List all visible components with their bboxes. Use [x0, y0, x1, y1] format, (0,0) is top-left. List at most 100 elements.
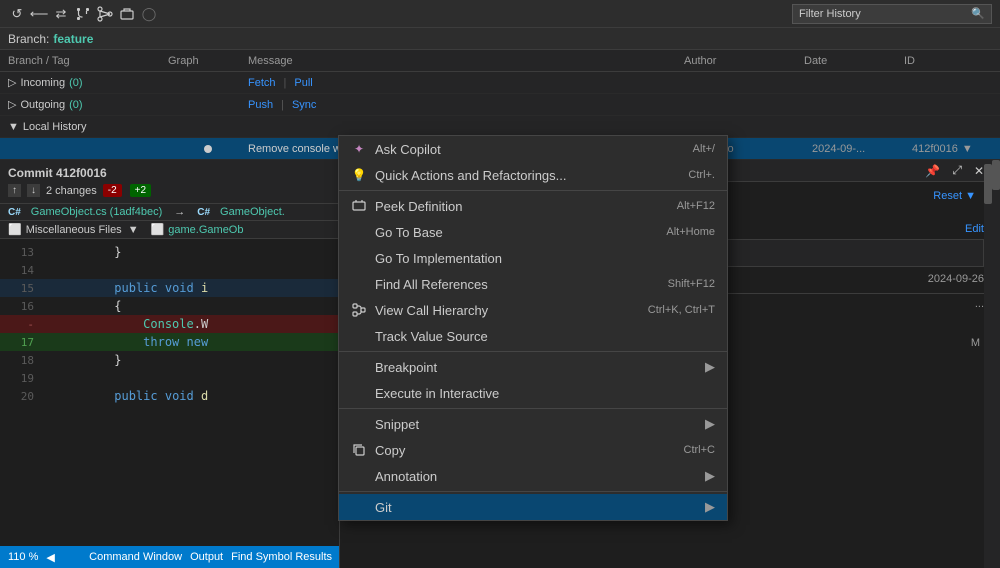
back-icon[interactable]: ⟵ — [30, 5, 48, 23]
sep2: | — [281, 99, 284, 111]
ctx-go-to-base-label: Go To Base — [375, 225, 658, 240]
nav-up-button[interactable]: ↑ — [8, 184, 21, 197]
outgoing-label: Outgoing — [20, 99, 65, 111]
git-branch-icon[interactable] — [74, 5, 92, 23]
separator-4 — [339, 491, 727, 492]
misc-dropdown[interactable]: ▼ — [128, 224, 139, 236]
goto-impl-icon — [351, 250, 367, 266]
file-tab-name1[interactable]: GameObject.cs (1adf4bec) — [31, 206, 162, 218]
incoming-row[interactable]: ▷ Incoming (0) Fetch | Pull — [0, 72, 1000, 94]
incoming-branch: ▷ Incoming (0) — [8, 76, 168, 89]
toolbar-left: ↺ ⟵ ⇄ ◯ — [8, 5, 158, 23]
commit-row-expand[interactable]: ▼ — [962, 143, 973, 155]
ctx-ask-copilot-label: Ask Copilot — [375, 142, 685, 157]
git-extra-icon[interactable]: ◯ — [140, 5, 158, 23]
incoming-expand-icon[interactable]: ▷ — [8, 76, 16, 89]
message-edit[interactable]: Edit — [965, 223, 984, 235]
sync-link[interactable]: Sync — [292, 99, 316, 111]
ctx-peek-definition[interactable]: Peek Definition Alt+F12 — [339, 193, 727, 219]
git-stash-icon[interactable] — [118, 5, 136, 23]
outgoing-expand-icon[interactable]: ▷ — [8, 98, 16, 111]
filter-history-label: Filter History — [799, 8, 861, 20]
ctx-snippet[interactable]: Snippet ▶ — [339, 411, 727, 437]
ctx-peek-definition-shortcut: Alt+F12 — [677, 200, 715, 212]
separator-1 — [339, 190, 727, 191]
ctx-go-to-impl[interactable]: Go To Implementation — [339, 245, 727, 271]
code-line-18: 18 } — [0, 351, 339, 369]
find-symbol-tab[interactable]: Find Symbol Results — [231, 551, 332, 563]
ctx-go-to-base[interactable]: Go To Base Alt+Home — [339, 219, 727, 245]
author-date: 2024-09-26 — [928, 273, 984, 285]
bulb-icon: 💡 — [351, 167, 367, 183]
ctx-quick-actions[interactable]: 💡 Quick Actions and Refactorings... Ctrl… — [339, 162, 727, 188]
ctx-find-all-refs-label: Find All References — [375, 277, 660, 292]
ctx-execute-interactive[interactable]: Execute in Interactive — [339, 380, 727, 406]
plus-badge: +2 — [130, 184, 151, 197]
execute-icon — [351, 385, 367, 401]
close-icon[interactable]: ✕ — [974, 164, 984, 178]
goto-base-icon — [351, 224, 367, 240]
ctx-breakpoint[interactable]: Breakpoint ▶ — [339, 354, 727, 380]
ctx-find-all-refs[interactable]: Find All References Shift+F12 — [339, 271, 727, 297]
incoming-label: Incoming — [20, 77, 65, 89]
track-value-icon — [351, 328, 367, 344]
reset-button[interactable]: Reset ▼ — [933, 190, 976, 202]
code-line-13: 13 } — [0, 243, 339, 261]
local-history-expand[interactable]: ▼ — [8, 121, 19, 133]
find-refs-icon — [351, 276, 367, 292]
column-headers: Branch / Tag Graph Message Author Date I… — [0, 50, 1000, 72]
ctx-find-all-refs-shortcut: Shift+F12 — [668, 278, 715, 290]
ctx-snippet-label: Snippet — [375, 417, 681, 432]
file-tabs: C# GameObject.cs (1adf4bec) → C# GameObj… — [0, 204, 339, 221]
ctx-git[interactable]: Git ▶ — [339, 494, 727, 520]
code-line-20: 20 public void d — [0, 387, 339, 405]
minus-badge: -2 — [103, 184, 122, 197]
branch-label: Branch: — [8, 32, 49, 46]
branch-name: feature — [53, 32, 93, 46]
ctx-go-to-impl-label: Go To Implementation — [375, 251, 707, 266]
push-link[interactable]: Push — [248, 99, 273, 111]
code-line-16: 16 { — [0, 297, 339, 315]
peek-icon — [351, 198, 367, 214]
col-header-branch: Branch / Tag — [8, 55, 168, 67]
file-tab-name2[interactable]: GameObject. — [220, 206, 285, 218]
right-scrollbar[interactable] — [984, 160, 992, 568]
file-tab-cs-badge: C# — [8, 207, 21, 218]
search-icon[interactable]: 🔍 — [971, 7, 985, 20]
separator-3 — [339, 408, 727, 409]
scroll-left-icon[interactable]: ◀ — [46, 551, 54, 564]
vert-scrollbar[interactable] — [992, 160, 1000, 568]
incoming-count: (0) — [69, 77, 82, 89]
git-graph-icon[interactable] — [96, 5, 114, 23]
snippet-icon — [351, 416, 367, 432]
commit-row-date: 2024-09-... — [812, 143, 912, 155]
refresh-icon[interactable]: ↺ — [8, 5, 26, 23]
fetch-link[interactable]: Fetch — [248, 77, 276, 89]
pull-link[interactable]: Pull — [294, 77, 312, 89]
changes-more-button[interactable]: ... — [975, 298, 984, 310]
code-line-19: 19 — [0, 369, 339, 387]
outgoing-actions: Push | Sync — [248, 99, 992, 111]
commit-row-id: 412f0016 ▼ — [912, 143, 992, 155]
breakpoint-icon — [351, 359, 367, 375]
command-window-tab[interactable]: Command Window — [89, 551, 182, 563]
ctx-go-to-base-shortcut: Alt+Home — [666, 226, 715, 238]
ctx-copy-label: Copy — [375, 443, 676, 458]
ctx-ask-copilot[interactable]: ✦ Ask Copilot Alt+/ — [339, 136, 727, 162]
misc-file-ref: ⬜ — [151, 223, 165, 236]
ctx-copy-shortcut: Ctrl+C — [684, 444, 715, 456]
nav-down-button[interactable]: ↓ — [27, 184, 40, 197]
misc-file-refname: game.GameOb — [168, 224, 243, 236]
misc-files-bar: ⬜ Miscellaneous Files ▼ ⬜ game.GameOb — [0, 221, 339, 239]
ctx-track-value[interactable]: Track Value Source — [339, 323, 727, 349]
output-tab[interactable]: Output — [190, 551, 223, 563]
code-line-14: 14 — [0, 261, 339, 279]
ctx-annotation[interactable]: Annotation ▶ — [339, 463, 727, 489]
outgoing-row[interactable]: ▷ Outgoing (0) Push | Sync — [0, 94, 1000, 116]
maximize-icon[interactable]: ⤢ — [952, 163, 962, 178]
ctx-call-hierarchy[interactable]: View Call Hierarchy Ctrl+K, Ctrl+T — [339, 297, 727, 323]
pin-icon[interactable]: 📌 — [925, 164, 940, 178]
dropdown-icon[interactable]: ⬜ — [8, 223, 22, 236]
sync-icon[interactable]: ⇄ — [52, 5, 70, 23]
ctx-copy[interactable]: Copy Ctrl+C — [339, 437, 727, 463]
